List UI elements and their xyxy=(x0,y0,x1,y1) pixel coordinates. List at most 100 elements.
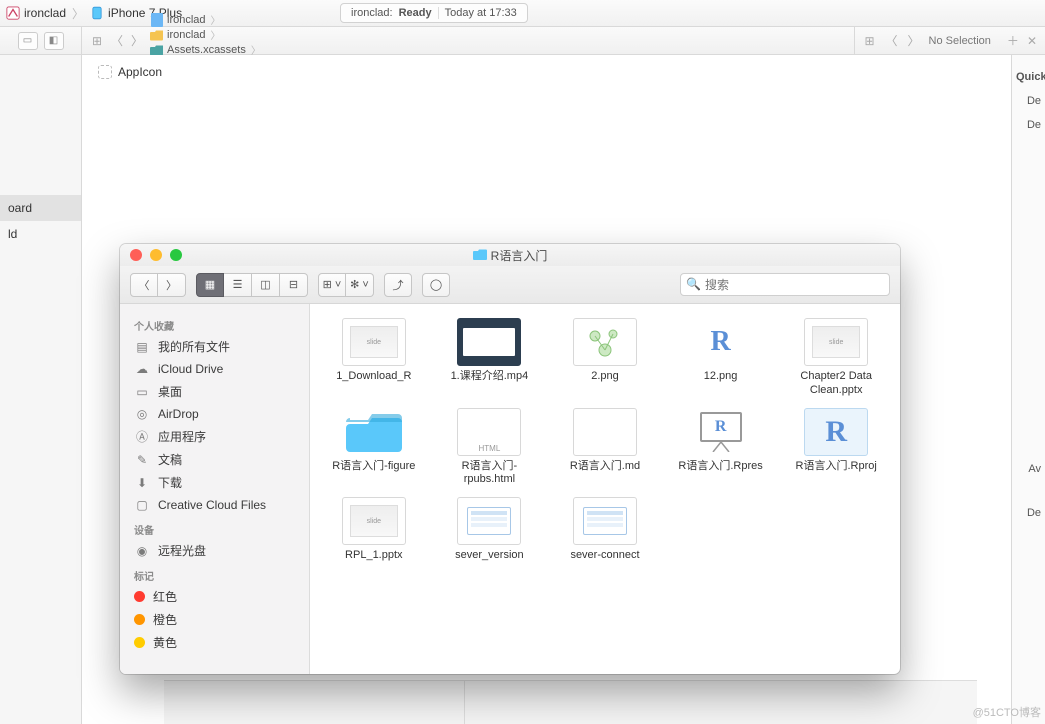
finder-sidebar[interactable]: 个人收藏▤我的所有文件☁︎iCloud Drive▭桌面◎AirDropⒶ应用程… xyxy=(120,304,310,674)
coverflow-view-button[interactable]: ⊟ xyxy=(280,273,308,297)
zoom-window-icon[interactable] xyxy=(170,249,182,261)
window-controls[interactable] xyxy=(130,249,182,261)
file-item[interactable]: R语言入门-figure xyxy=(320,408,428,488)
watermark: @51CTO博客 xyxy=(973,704,1041,720)
file-item[interactable]: R12.png xyxy=(667,318,775,398)
nav-back-icon[interactable]: 〈 xyxy=(110,32,124,49)
icon-view-button[interactable]: ▦ xyxy=(196,273,224,297)
inspector-row: De xyxy=(1012,89,1045,113)
file-item[interactable]: HTML R语言入门-rpubs.html xyxy=(436,408,544,488)
folder-icon: ▢ xyxy=(134,497,150,513)
sidebar-section-header: 标记 xyxy=(120,562,309,585)
sidebar-item[interactable]: 黄色 xyxy=(120,631,309,654)
panel-button-1[interactable]: ▭ xyxy=(18,32,38,50)
sidebar-item[interactable]: ☁︎iCloud Drive xyxy=(120,358,309,380)
folder-icon xyxy=(342,408,406,456)
pptx-thumb: slide xyxy=(804,318,868,366)
blank-file-icon xyxy=(573,408,637,456)
grid-icon-2[interactable]: ⊞ xyxy=(863,34,877,48)
grid-icon[interactable]: ⊞ xyxy=(90,34,104,48)
status-pill: ironclad: Ready Today at 17:33 xyxy=(340,3,528,23)
file-item[interactable]: slide RPL_1.pptx xyxy=(320,497,428,563)
breadcrumb-item[interactable]: ironclad〉 xyxy=(150,12,266,27)
add-icon[interactable]: ＋ xyxy=(1007,32,1019,49)
file-name-label: 2.png xyxy=(591,370,619,384)
file-item[interactable]: RR语言入门.Rproj xyxy=(782,408,890,488)
finder-content[interactable]: slide1_Download_R1.课程介绍.mp42.pngR12.pngs… xyxy=(310,304,900,674)
pptx-thumb: slide xyxy=(342,318,406,366)
rpres-icon: R xyxy=(689,408,753,456)
finder-window: R语言入门 〈 〉 ▦ ☰ ◫ ⊟ ⊞ ˅ ✻ ˅ ⤴ ◯ 🔍 个人收藏▤我的所… xyxy=(120,244,900,674)
close-window-icon[interactable] xyxy=(130,249,142,261)
file-item[interactable]: R R语言入门.Rpres xyxy=(667,408,775,488)
forward-button[interactable]: 〉 xyxy=(158,273,186,297)
nav-fwd-icon[interactable]: 〉 xyxy=(130,32,144,49)
tag-dot-icon xyxy=(134,614,145,625)
nav-back-icon-2[interactable]: 〈 xyxy=(885,32,899,49)
minimize-window-icon[interactable] xyxy=(150,249,162,261)
sidebar-item[interactable]: ◎AirDrop xyxy=(120,403,309,425)
file-name-label: R语言入门-rpubs.html xyxy=(437,460,541,488)
action-button[interactable]: ✻ ˅ xyxy=(346,273,374,297)
sidebar-item[interactable]: ▭桌面 xyxy=(120,380,309,403)
file-item[interactable]: R语言入门.md xyxy=(551,408,659,488)
cloud-icon: ☁︎ xyxy=(134,361,150,377)
asset-item-appicon[interactable]: AppIcon xyxy=(98,65,162,79)
file-name-label: sever-connect xyxy=(570,549,639,563)
scheme-label: ironclad xyxy=(24,6,66,20)
html-file-icon: HTML xyxy=(457,408,521,456)
right-editor-controls: ⊞ 〈 〉 No Selection ＋ ✕ xyxy=(854,27,1045,54)
screenshot-thumb xyxy=(573,497,637,545)
column-view-button[interactable]: ◫ xyxy=(252,273,280,297)
tags-button[interactable]: ◯ xyxy=(422,273,450,297)
file-item[interactable]: slide Chapter2 Data Clean.pptx xyxy=(782,318,890,398)
breadcrumb-item[interactable]: ironclad〉 xyxy=(150,27,266,42)
nav-fwd-icon-2[interactable]: 〉 xyxy=(907,32,921,49)
search-input[interactable] xyxy=(680,273,890,296)
file-name-label: R语言入门.md xyxy=(570,460,640,474)
sidebar-item[interactable]: ✎文稿 xyxy=(120,448,309,471)
rproj-icon: R xyxy=(804,408,868,456)
breadcrumb[interactable]: ⊞ 〈 〉 ironclad〉ironclad〉Assets.xcassets〉… xyxy=(82,27,854,54)
arrange-button[interactable]: ⊞ ˅ xyxy=(318,273,346,297)
right-editor-label: No Selection xyxy=(929,35,991,47)
nav-item-oard[interactable]: oard xyxy=(0,195,81,221)
sidebar-item[interactable]: ⬇︎下载 xyxy=(120,471,309,494)
file-item[interactable]: 1.课程介绍.mp4 xyxy=(436,318,544,398)
finder-titlebar[interactable]: R语言入门 xyxy=(120,244,900,266)
back-button[interactable]: 〈 xyxy=(130,273,158,297)
file-item[interactable]: sever-connect xyxy=(551,497,659,563)
file-name-label: Chapter2 Data Clean.pptx xyxy=(784,370,888,398)
sidebar-item[interactable]: ◉远程光盘 xyxy=(120,539,309,562)
status-state: Ready xyxy=(399,7,432,19)
r-app-icon: R xyxy=(689,318,753,366)
view-mode-segment[interactable]: ▦ ☰ ◫ ⊟ xyxy=(196,273,308,297)
status-time: Today at 17:33 xyxy=(445,7,517,19)
bottom-strip xyxy=(164,680,977,724)
share-button[interactable]: ⤴ xyxy=(384,273,412,297)
list-view-button[interactable]: ☰ xyxy=(224,273,252,297)
file-name-label: RPL_1.pptx xyxy=(345,549,402,563)
sidebar-item[interactable]: ▢Creative Cloud Files xyxy=(120,494,309,516)
file-item[interactable]: slide1_Download_R xyxy=(320,318,428,398)
chevron-right-icon: 〉 xyxy=(72,5,84,22)
sidebar-item[interactable]: ▤我的所有文件 xyxy=(120,335,309,358)
chevron-right-icon: 〉 xyxy=(211,12,221,27)
nav-buttons: 〈 〉 xyxy=(130,273,186,297)
pptx-thumb: slide xyxy=(342,497,406,545)
appicon-label: AppIcon xyxy=(118,65,162,79)
file-item[interactable]: 2.png xyxy=(551,318,659,398)
sidebar-item[interactable]: Ⓐ应用程序 xyxy=(120,425,309,448)
inspector-header: Quick H xyxy=(1012,65,1045,89)
sidebar-item[interactable]: 橙色 xyxy=(120,608,309,631)
file-name-label: R语言入门.Rpres xyxy=(678,460,762,474)
inspector-panel: Quick H De De Av De xyxy=(1011,55,1045,724)
nav-item-ld[interactable]: ld xyxy=(0,221,81,247)
file-item[interactable]: sever_version xyxy=(436,497,544,563)
panel-button-2[interactable]: ◧ xyxy=(44,32,64,50)
search-field[interactable]: 🔍 xyxy=(680,273,890,296)
sidebar-item[interactable]: 红色 xyxy=(120,585,309,608)
navigator-panel[interactable]: oard ld xyxy=(0,55,82,724)
folder-icon xyxy=(473,248,487,263)
close-icon[interactable]: ✕ xyxy=(1027,34,1037,48)
